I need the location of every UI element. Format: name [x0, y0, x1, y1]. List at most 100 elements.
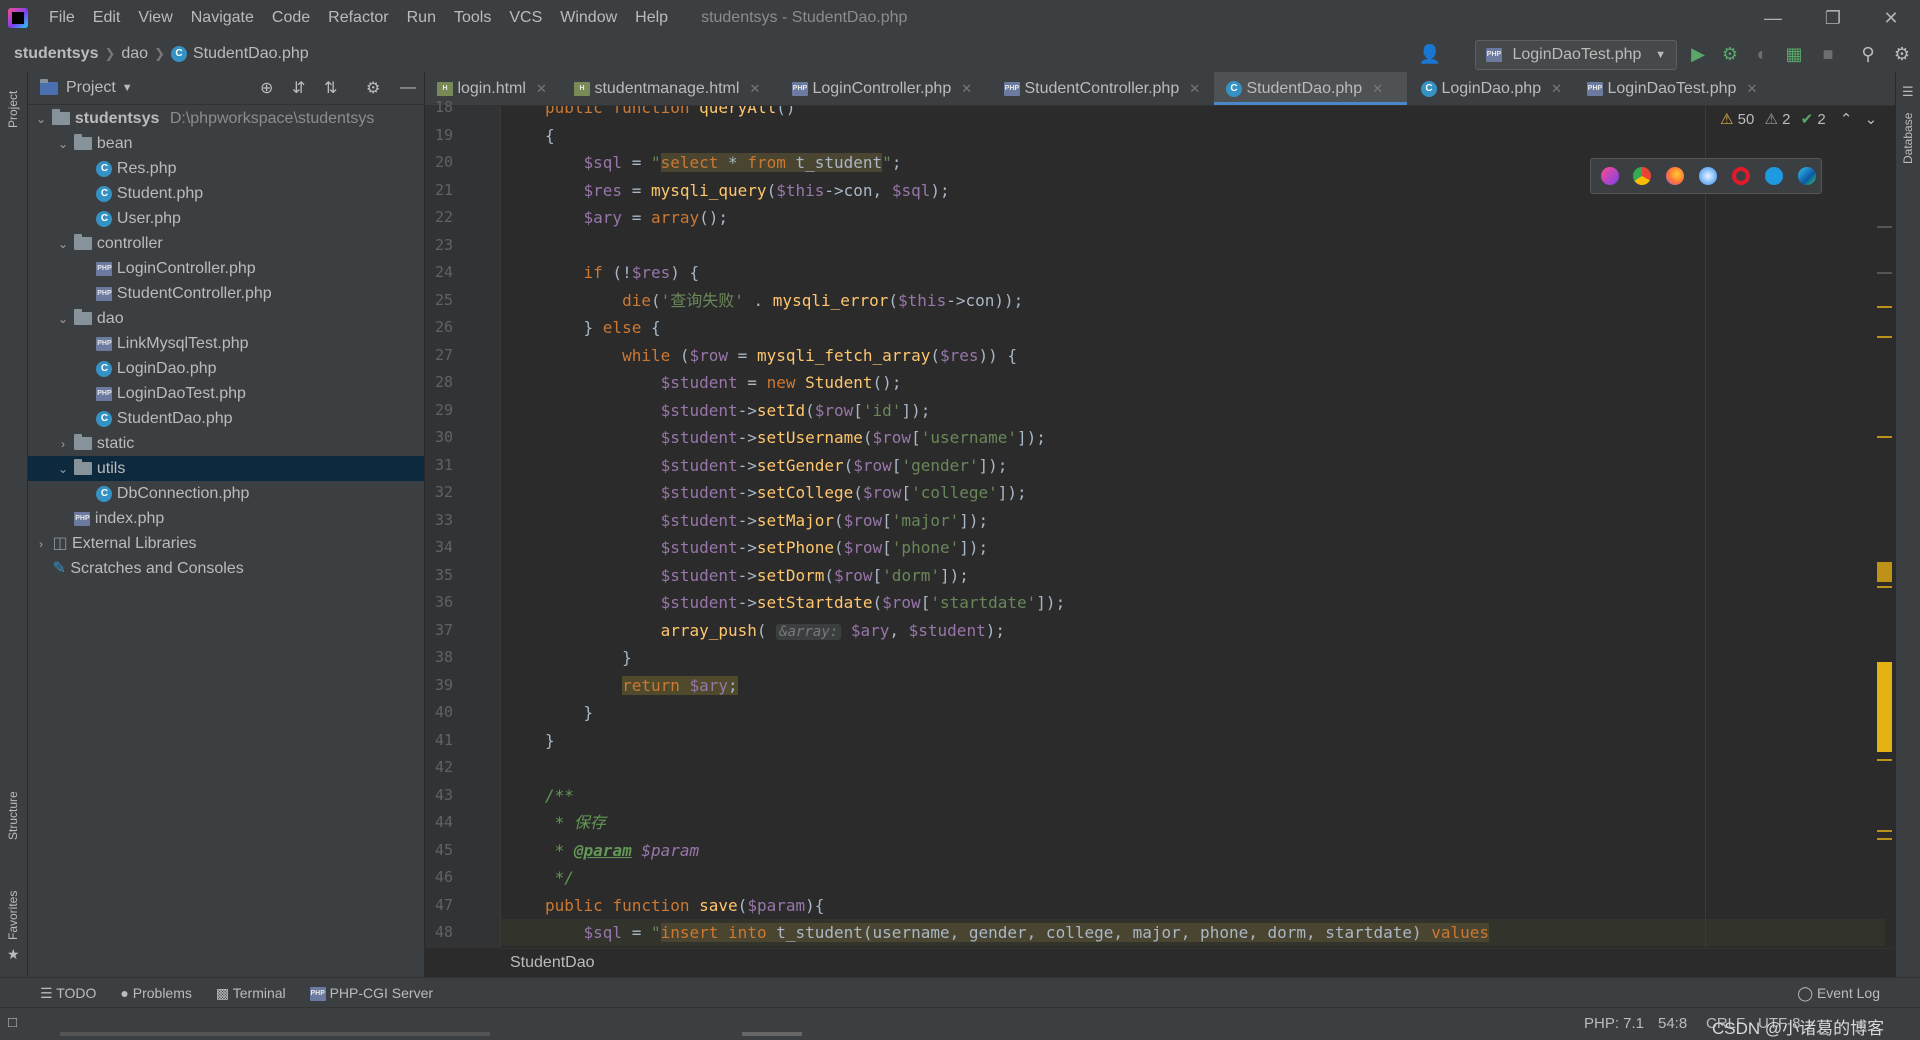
tree-item[interactable]: C DbConnection.php [28, 481, 424, 506]
hide-panel-icon[interactable]: — [400, 79, 416, 97]
caret-position[interactable]: 54:8 [1658, 1015, 1687, 1032]
code-line[interactable]: $student->setStartdate($row['startdate']… [545, 589, 1066, 616]
tree-item[interactable]: ✎ Scratches and Consoles [28, 556, 424, 581]
php-cgi-server-tool[interactable]: PHP PHP-CGI Server [309, 985, 433, 1002]
close-window-icon[interactable]: ✕ [1862, 0, 1920, 36]
menu-edit[interactable]: Edit [84, 0, 130, 36]
editor-tab[interactable]: PHP StudentController.php ✕ [992, 72, 1212, 105]
tree-item[interactable]: ⌄ bean [28, 131, 424, 156]
tree-item[interactable]: PHP LoginDaoTest.php [28, 381, 424, 406]
tree-item[interactable]: PHP StudentController.php [28, 281, 424, 306]
tree-item[interactable]: PHP index.php [28, 506, 424, 531]
chrome-icon[interactable] [1633, 167, 1651, 185]
code-line[interactable]: } [545, 699, 594, 726]
editor-scrollbar[interactable] [1876, 106, 1894, 948]
search-icon[interactable]: ⚲ [1856, 42, 1880, 66]
gear-icon[interactable]: ⚙ [366, 78, 380, 98]
editor-tab[interactable]: PHP LoginDaoTest.php ✕ [1575, 72, 1757, 105]
chevron-down-icon[interactable]: ⌄ [56, 457, 70, 482]
tree-item[interactable]: PHP LinkMysqlTest.php [28, 331, 424, 356]
close-tab-icon[interactable]: ✕ [1551, 81, 1562, 96]
menu-navigate[interactable]: Navigate [182, 0, 263, 36]
terminal-tool[interactable]: ▩ Terminal [216, 985, 286, 1002]
inspection-widget[interactable]: ⚠ 50 ⚠ 2 ✔ 2 ⌃ ⌄ [1720, 110, 1890, 134]
tree-item[interactable]: ⌄ utils [28, 456, 424, 481]
minimize-icon[interactable]: — [1744, 0, 1802, 36]
menu-view[interactable]: View [129, 0, 181, 36]
close-tab-icon[interactable]: ✕ [536, 81, 547, 96]
chevron-right-icon[interactable]: › [56, 432, 70, 457]
code-line[interactable]: $student->setId($row['id']); [545, 397, 931, 424]
safari-icon[interactable] [1699, 167, 1717, 185]
editor-tab[interactable]: C LoginDao.php ✕ [1409, 72, 1573, 105]
code-line[interactable]: return $ary; [545, 672, 738, 699]
code-line[interactable]: $sql = "insert into t_student(username, … [501, 919, 1885, 946]
opera-icon[interactable] [1732, 167, 1750, 185]
code-line[interactable]: } else { [545, 314, 661, 341]
code-line[interactable]: */ [545, 864, 574, 891]
close-tab-icon[interactable]: ✕ [1372, 81, 1383, 96]
php-version[interactable]: PHP: 7.1 [1584, 1015, 1644, 1032]
editor-tab[interactable]: PHP LoginController.php ✕ [780, 72, 990, 105]
debug-icon[interactable]: ⚙ [1718, 42, 1742, 66]
chevron-down-icon[interactable]: ⌄ [34, 107, 48, 132]
code-line[interactable]: $student->setCollege($row['college']); [545, 479, 1027, 506]
menu-help[interactable]: Help [626, 0, 677, 36]
breadcrumb-project[interactable]: studentsys [14, 45, 98, 63]
code-line[interactable]: die('查询失败' . mysqli_error($this->con)); [545, 287, 1023, 314]
tree-item[interactable]: ⌄ controller [28, 231, 424, 256]
code-line[interactable]: $student->setMajor($row['major']); [545, 507, 989, 534]
editor-breadcrumb-class[interactable]: StudentDao [510, 954, 595, 971]
tree-item[interactable]: ⌄ dao [28, 306, 424, 331]
previous-highlight-icon[interactable]: ⌃ [1840, 111, 1853, 128]
code-line[interactable]: $ary = array(); [545, 204, 729, 231]
database-tool-tab[interactable]: Database [1901, 113, 1915, 164]
close-tab-icon[interactable]: ✕ [961, 81, 972, 96]
todo-tool[interactable]: ☰ TODO [40, 985, 96, 1002]
code-line[interactable]: public function queryAll() [545, 106, 795, 121]
chevron-right-icon[interactable]: › [34, 532, 48, 557]
menu-vcs[interactable]: VCS [500, 0, 551, 36]
tree-item[interactable]: C LoginDao.php [28, 356, 424, 381]
chevron-down-icon[interactable]: ⌄ [56, 307, 70, 332]
code-line[interactable]: array_push( &array: $ary, $student); [545, 617, 1005, 646]
code-line[interactable]: $student = new Student(); [545, 369, 902, 396]
code-line[interactable]: while ($row = mysqli_fetch_array($res)) … [545, 342, 1017, 369]
chevron-down-icon[interactable]: ⌄ [56, 132, 70, 157]
chevron-down-icon[interactable]: ⌄ [56, 232, 70, 257]
stop-icon[interactable]: ■ [1816, 42, 1840, 66]
collapse-all-icon[interactable]: ⇅ [324, 78, 337, 98]
close-tab-icon[interactable]: ✕ [749, 81, 760, 96]
expand-all-icon[interactable]: ⇵ [292, 78, 305, 98]
code-line[interactable]: /** [545, 782, 574, 809]
menu-code[interactable]: Code [263, 0, 319, 36]
code-line[interactable]: $student->setDorm($row['dorm']); [545, 562, 969, 589]
tree-item[interactable]: C User.php [28, 206, 424, 231]
code-line[interactable]: if (!$res) { [545, 259, 700, 286]
menu-window[interactable]: Window [551, 0, 626, 36]
tree-item[interactable]: › static [28, 431, 424, 456]
code-line[interactable]: $res = mysqli_query($this->con, $sql); [545, 177, 950, 204]
code-line[interactable]: $student->setPhone($row['phone']); [545, 534, 989, 561]
code-line[interactable]: $sql = "select * from t_student"; [545, 149, 901, 176]
favorites-tool-tab[interactable]: Favorites [6, 891, 20, 940]
edge-icon[interactable] [1798, 167, 1816, 185]
breadcrumb-file[interactable]: StudentDao.php [193, 45, 309, 63]
tree-item[interactable]: C Student.php [28, 181, 424, 206]
code-line[interactable]: * @param $param [545, 837, 700, 864]
phpstorm-browser-icon[interactable] [1601, 167, 1619, 185]
restore-icon[interactable]: ❐ [1804, 0, 1862, 36]
code-line[interactable]: $student->setGender($row['gender']); [545, 452, 1008, 479]
chevron-down-icon[interactable]: ▼ [122, 82, 133, 94]
internet-explorer-icon[interactable] [1765, 167, 1783, 185]
tree-item[interactable]: › ◫ External Libraries [28, 531, 424, 556]
menu-refactor[interactable]: Refactor [319, 0, 397, 36]
structure-tool-tab[interactable]: Structure [6, 791, 20, 840]
menu-tools[interactable]: Tools [445, 0, 500, 36]
user-icon[interactable]: 👤 [1418, 42, 1442, 66]
locate-icon[interactable]: ⊕ [260, 78, 273, 98]
coverage-icon[interactable]: ◐ [1750, 42, 1774, 66]
code-line[interactable]: } [545, 727, 555, 754]
code-line[interactable]: public function save($param){ [545, 892, 824, 919]
menu-file[interactable]: File [40, 0, 84, 36]
